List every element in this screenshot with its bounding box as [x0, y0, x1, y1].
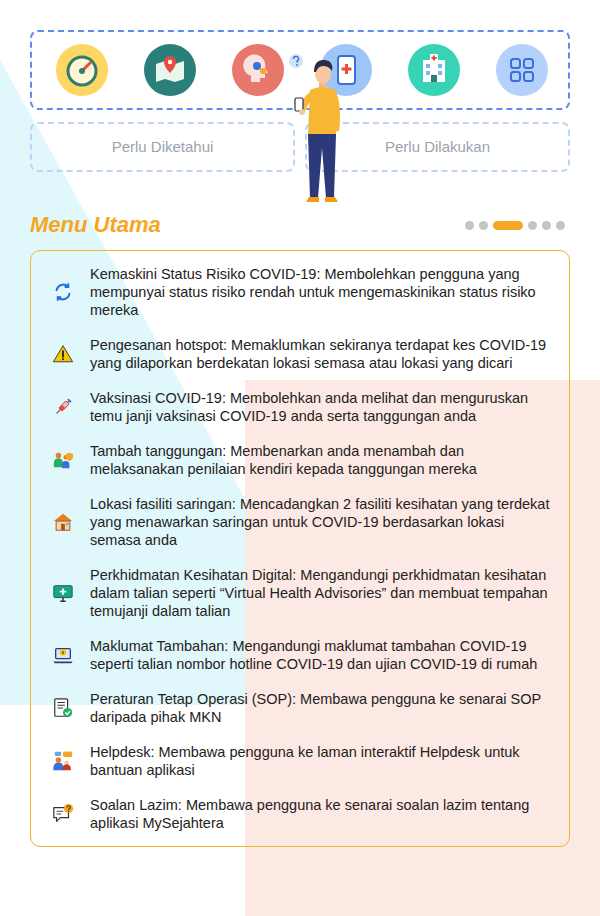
menu-list: Kemaskini Status Risiko COVID-19: Membol…	[30, 250, 570, 847]
menu-item[interactable]: Maklumat Tambahan: Mengandungi maklumat …	[52, 637, 555, 673]
pager-dot[interactable]	[465, 221, 474, 230]
shortcut-button[interactable]	[496, 44, 548, 96]
tab[interactable]: Perlu Diketahui	[30, 122, 295, 172]
syringe-icon	[52, 396, 74, 418]
menu-item[interactable]: Vaksinasi COVID-19: Membolehkan anda mel…	[52, 389, 555, 425]
pager-dot[interactable]	[542, 221, 551, 230]
grid-icon	[496, 44, 548, 96]
menu-item-icon	[52, 281, 74, 303]
menu-item-text: Perkhidmatan Kesihatan Digital: Mengandu…	[90, 566, 555, 620]
menu-item-text: Lokasi fasiliti saringan: Mencadangkan 2…	[90, 495, 555, 549]
shortcut-button[interactable]	[232, 44, 284, 96]
menu-item-icon	[52, 343, 74, 365]
shortcut-button[interactable]	[408, 44, 460, 96]
menu-item-text: Peraturan Tetap Operasi (SOP): Membawa p…	[90, 690, 555, 726]
shortcut-button[interactable]	[56, 44, 108, 96]
menu-item-text: Maklumat Tambahan: Mengandungi maklumat …	[90, 637, 555, 673]
menu-item-icon	[52, 396, 74, 418]
menu-item-icon	[52, 644, 74, 666]
map-pin-icon	[144, 44, 196, 96]
menu-item[interactable]: Lokasi fasiliti saringan: Mencadangkan 2…	[52, 495, 555, 549]
tab[interactable]: Perlu Dilakukan	[305, 122, 570, 172]
menu-item-icon	[52, 750, 74, 772]
pager-dot[interactable]	[528, 221, 537, 230]
warning-icon	[52, 343, 74, 365]
document-check-icon	[52, 697, 74, 719]
menu-item-icon	[52, 697, 74, 719]
menu-item[interactable]: Helpdesk: Membawa pengguna ke laman inte…	[52, 743, 555, 779]
menu-item[interactable]: Soalan Lazim: Membawa pengguna ke senara…	[52, 796, 555, 832]
menu-item[interactable]: Tambah tanggungan: Membenarkan anda mena…	[52, 442, 555, 478]
head-gears-icon	[232, 44, 284, 96]
menu-item-text: Helpdesk: Membawa pengguna ke laman inte…	[90, 743, 555, 779]
page: Perlu DiketahuiPerlu Dilakukan Menu Utam…	[0, 0, 600, 916]
person-illustration-icon	[283, 52, 355, 208]
hospital-icon	[408, 44, 460, 96]
monitor-medical-icon	[52, 582, 74, 604]
menu-item-icon	[52, 511, 74, 533]
menu-item-text: Vaksinasi COVID-19: Membolehkan anda mel…	[90, 389, 555, 425]
menu-item[interactable]: Perkhidmatan Kesihatan Digital: Mengandu…	[52, 566, 555, 620]
menu-item[interactable]: Kemaskini Status Risiko COVID-19: Membol…	[52, 265, 555, 319]
menu-item-icon	[52, 582, 74, 604]
support-chat-icon	[52, 750, 74, 772]
tab-bar: Perlu DiketahuiPerlu Dilakukan	[30, 122, 570, 172]
menu-item[interactable]: Pengesanan hotspot: Memaklumkan sekirany…	[52, 336, 555, 372]
pager	[465, 221, 565, 230]
house-icon	[52, 511, 74, 533]
shortcut-button[interactable]	[144, 44, 196, 96]
gauge-icon	[56, 44, 108, 96]
pager-dot[interactable]	[493, 221, 523, 230]
menu-item-text: Kemaskini Status Risiko COVID-19: Membol…	[90, 265, 555, 319]
menu-item-text: Pengesanan hotspot: Memaklumkan sekirany…	[90, 336, 555, 372]
menu-item[interactable]: Peraturan Tetap Operasi (SOP): Membawa p…	[52, 690, 555, 726]
menu-header: Menu Utama	[30, 212, 570, 238]
menu-title: Menu Utama	[30, 212, 161, 238]
pager-dot[interactable]	[479, 221, 488, 230]
faq-chat-icon	[52, 803, 74, 825]
family-shield-icon	[52, 449, 74, 471]
menu-item-icon	[52, 803, 74, 825]
menu-item-text: Tambah tanggungan: Membenarkan anda mena…	[90, 442, 555, 478]
refresh-icon	[52, 281, 74, 303]
pager-dot[interactable]	[556, 221, 565, 230]
menu-item-text: Soalan Lazim: Membawa pengguna ke senara…	[90, 796, 555, 832]
laptop-info-icon	[52, 644, 74, 666]
menu-item-icon	[52, 449, 74, 471]
